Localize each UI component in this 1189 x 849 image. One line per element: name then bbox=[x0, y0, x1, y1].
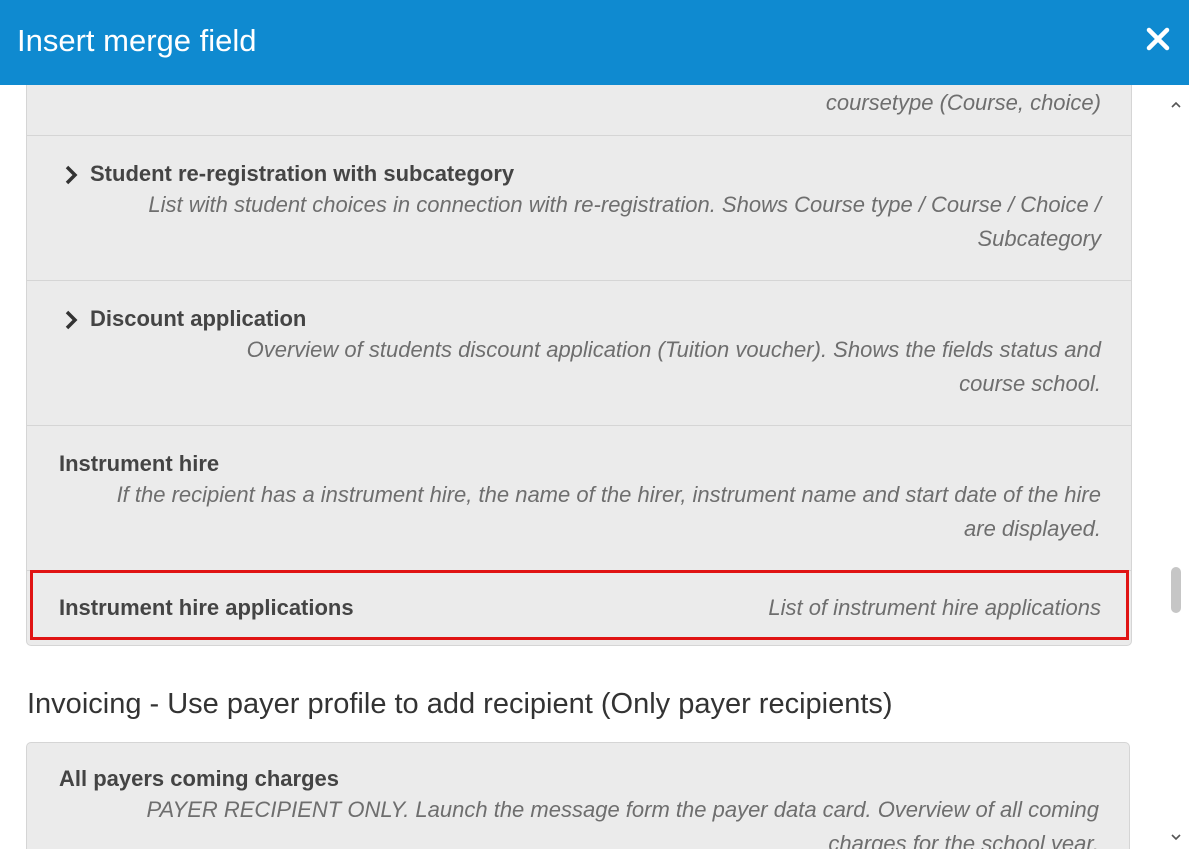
item-description: coursetype (Course, choice) bbox=[825, 90, 1101, 115]
chevron-right-icon[interactable] bbox=[64, 309, 78, 330]
dialog-body: coursetype (Course, choice) Student re-r… bbox=[0, 85, 1160, 849]
item-title: Instrument hire applications bbox=[59, 595, 354, 620]
item-description: List of instrument hire applications bbox=[768, 595, 1101, 620]
item-title: Discount application bbox=[90, 306, 307, 331]
item-title: Instrument hire bbox=[59, 451, 220, 476]
item-title: Student re-registration with subcategory bbox=[90, 161, 515, 186]
close-icon[interactable] bbox=[1145, 22, 1171, 56]
list-item-instrument-hire[interactable]: Instrument hire If the recipient has a i… bbox=[27, 426, 1131, 571]
section-heading-invoicing: Invoicing - Use payer profile to add rec… bbox=[27, 688, 893, 720]
item-description: PAYER RECIPIENT ONLY. Launch the message… bbox=[146, 797, 1099, 849]
item-description: If the recipient has a instrument hire, … bbox=[116, 482, 1101, 541]
scrollbar-thumb[interactable] bbox=[1171, 567, 1181, 613]
item-description: List with student choices in connection … bbox=[148, 192, 1101, 251]
list-item-instrument-hire-applications[interactable]: Instrument hire applications List of ins… bbox=[27, 571, 1131, 645]
scrollbar[interactable] bbox=[1164, 85, 1189, 849]
merge-field-list: coursetype (Course, choice) Student re-r… bbox=[26, 85, 1132, 646]
dialog-title: Insert merge field bbox=[17, 23, 257, 58]
chevron-right-icon[interactable] bbox=[64, 164, 78, 185]
list-item-all-payers-coming-charges[interactable]: All payers coming charges PAYER RECIPIEN… bbox=[59, 765, 1099, 849]
invoicing-list: All payers coming charges PAYER RECIPIEN… bbox=[26, 742, 1130, 849]
item-title: All payers coming charges bbox=[59, 766, 339, 791]
chevron-down-icon[interactable] bbox=[1170, 829, 1182, 841]
chevron-up-icon[interactable] bbox=[1170, 97, 1182, 108]
list-item-discount-application[interactable]: Discount application Overview of student… bbox=[27, 281, 1131, 426]
list-item-student-reregistration[interactable]: Student re-registration with subcategory… bbox=[27, 136, 1131, 281]
list-item[interactable]: coursetype (Course, choice) bbox=[27, 85, 1131, 136]
item-description: Overview of students discount applicatio… bbox=[246, 337, 1101, 396]
dialog-header: Insert merge field bbox=[0, 0, 1189, 85]
